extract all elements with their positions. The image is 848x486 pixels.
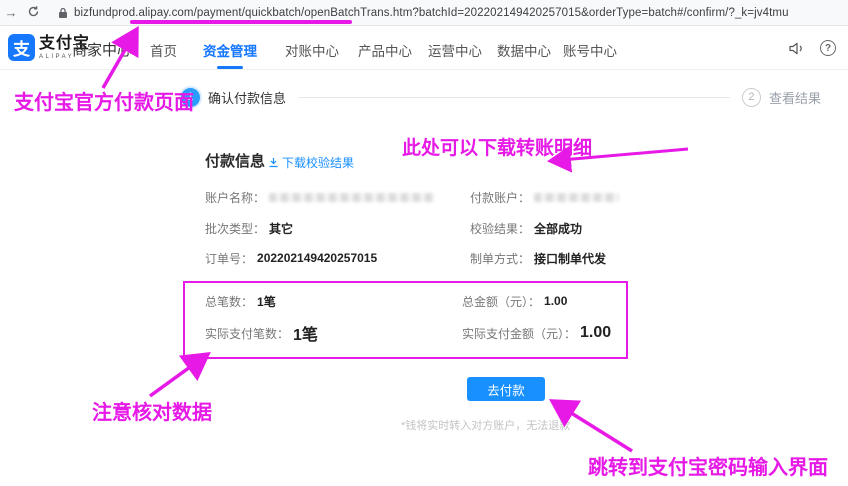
step-connector <box>298 97 730 98</box>
field-order-no: 订单号： 202202149420257015 <box>205 251 377 265</box>
step-2-circle: 2 <box>742 88 761 107</box>
download-verification-link[interactable]: 下载校验结果 <box>268 154 354 171</box>
sound-icon[interactable] <box>786 38 806 58</box>
browser-chrome: → bizfundprod.alipay.com/payment/quickba… <box>0 0 848 26</box>
merchant-center-label[interactable]: 商家中心 <box>72 39 132 60</box>
top-navigation: 支 支付宝 ALIPAY 商家中心 首页 资金管理 对账中心 产品中心 运营中心… <box>0 26 848 70</box>
nav-item-home[interactable]: 首页 <box>150 40 177 60</box>
field-total-amount: 总金额（元）： 1.00 <box>462 294 567 308</box>
redacted-payer-account <box>534 193 619 202</box>
field-order-method: 制单方式： 接口制单代发 <box>470 251 606 265</box>
field-total-count: 总笔数： 1笔 <box>205 294 276 308</box>
annotation-check-data: 注意核对数据 <box>92 396 212 425</box>
nav-item-products[interactable]: 产品中心 <box>358 40 412 60</box>
address-bar[interactable]: bizfundprod.alipay.com/payment/quickbatc… <box>74 7 789 19</box>
help-icon[interactable]: ? <box>818 38 838 58</box>
field-actual-count: 实际支付笔数： 1笔 <box>205 326 318 340</box>
nav-item-reconciliation[interactable]: 对账中心 <box>285 40 339 60</box>
padlock-icon <box>58 7 68 19</box>
step-indicator: 1 确认付款信息 2 查看结果 <box>181 86 821 108</box>
reload-icon[interactable] <box>22 5 44 21</box>
go-pay-button[interactable]: 去付款 <box>467 377 545 401</box>
nav-item-operations[interactable]: 运营中心 <box>428 40 482 60</box>
field-account-name: 账户名称： <box>205 190 434 204</box>
field-verify-result: 校验结果： 全部成功 <box>470 221 582 235</box>
nav-item-account[interactable]: 账号中心 <box>563 40 617 60</box>
annotation-download-detail: 此处可以下载转账明细 <box>402 133 592 160</box>
annotation-official-page: 支付宝官方付款页面 <box>14 86 194 115</box>
step-1-label: 确认付款信息 <box>208 88 286 107</box>
field-actual-amount: 实际支付金额（元）： 1.00 <box>462 326 611 340</box>
forward-icon[interactable]: → <box>0 5 22 20</box>
annotation-jump-password: 跳转到支付宝密码输入界面 <box>588 451 828 480</box>
arrow-to-summary-box <box>150 354 208 396</box>
alipay-logo-icon: 支 <box>8 34 35 61</box>
section-title: 付款信息 <box>205 150 265 171</box>
realtime-transfer-note: *钱将实时转入对方账户，无法退款 <box>401 417 570 433</box>
nav-item-funds[interactable]: 资金管理 <box>203 40 257 60</box>
page: → bizfundprod.alipay.com/payment/quickba… <box>0 0 848 486</box>
field-batch-type: 批次类型： 其它 <box>205 221 293 235</box>
field-payer-account: 付款账户： <box>470 190 619 204</box>
redacted-account-name <box>269 193 434 202</box>
download-icon <box>268 157 279 168</box>
step-2-label: 查看结果 <box>769 88 821 107</box>
nav-item-data[interactable]: 数据中心 <box>497 40 551 60</box>
